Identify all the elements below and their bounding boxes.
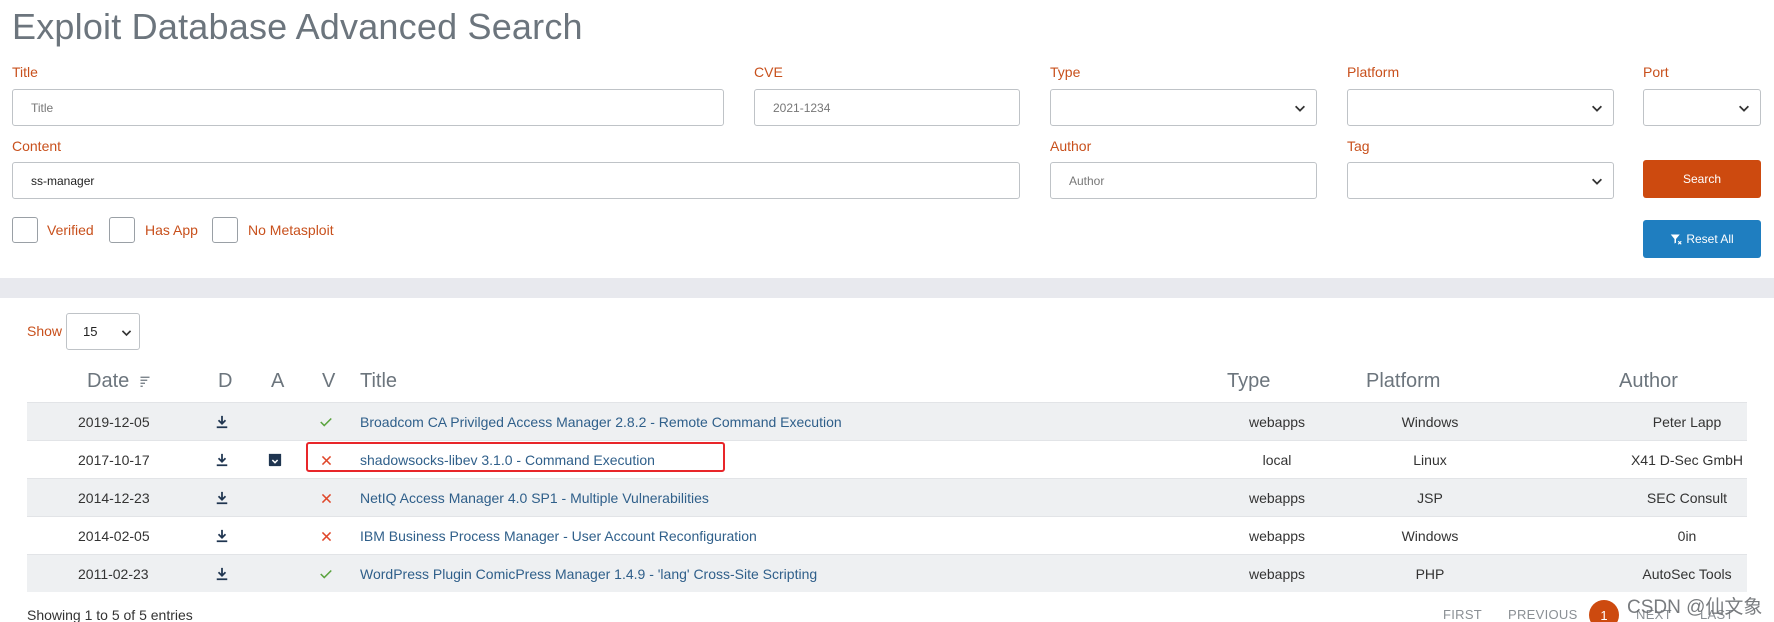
row-date: 2019-12-05 [78,414,150,430]
row-title-link[interactable]: Broadcom CA Privilged Access Manager 2.8… [360,403,842,441]
row-date: 2011-02-23 [78,566,149,582]
type-label: Type [1050,64,1081,80]
has-app-label: Has App [145,222,198,238]
results-table: 2019-12-05 Broadcom CA Privilged Access M… [27,402,1747,592]
row-platform[interactable]: PHP [1320,555,1540,593]
reset-all-button[interactable]: Reset All [1643,220,1761,258]
content-input[interactable]: ss-manager [12,162,1020,199]
column-header-type[interactable]: Type [1227,370,1270,393]
row-author[interactable]: Peter Lapp [1537,403,1774,441]
row-platform[interactable]: Windows [1320,517,1540,555]
has-app-checkbox[interactable] [109,217,135,243]
port-label: Port [1643,64,1669,80]
row-date: 2017-10-17 [78,452,150,468]
application-download-icon[interactable] [264,441,286,479]
download-icon[interactable] [211,555,233,593]
download-icon[interactable] [211,441,233,479]
download-icon[interactable] [211,517,233,555]
reset-all-label: Reset All [1686,232,1734,246]
row-platform[interactable]: JSP [1320,479,1540,517]
search-button-label: Search [1682,172,1722,186]
row-date: 2014-12-23 [78,490,150,506]
column-header-a[interactable]: A [271,370,284,393]
row-title-link[interactable]: WordPress Plugin ComicPress Manager 1.4.… [360,555,817,593]
pagination-first[interactable]: FIRST [1443,607,1482,622]
no-metasploit-label: No Metasploit [248,222,334,238]
column-header-d[interactable]: D [218,370,232,393]
table-info: Showing 1 to 5 of 5 entries [27,607,193,622]
table-row: 2014-12-23 NetIQ Access Manager 4.0 SP1 -… [27,478,1747,516]
sort-icon [140,376,150,387]
download-icon[interactable] [211,479,233,517]
chevron-down-icon [1592,178,1602,185]
verified-check-icon [315,403,337,441]
column-header-author[interactable]: Author [1619,370,1678,393]
platform-label: Platform [1347,64,1400,80]
chevron-down-icon [121,330,132,337]
search-button[interactable]: Search [1643,160,1761,198]
content-label: Content [12,138,62,154]
show-entries-select[interactable]: 15 [66,313,140,350]
table-row: 2019-12-05 Broadcom CA Privilged Access M… [27,402,1747,440]
column-header-date[interactable]: Date [87,370,151,393]
column-header-date-label: Date [87,370,130,392]
download-icon[interactable] [211,403,233,441]
table-row: 2011-02-23 WordPress Plugin ComicPress Ma… [27,554,1747,592]
row-platform[interactable]: Linux [1320,441,1540,479]
row-date: 2014-02-05 [78,528,150,544]
column-header-title[interactable]: Title [360,370,397,393]
show-entries-value: 15 [83,324,98,339]
highlight-box [306,442,725,472]
title-label: Title [12,64,38,80]
cve-label: CVE [754,64,783,80]
column-header-v[interactable]: V [322,370,335,393]
row-author[interactable]: 0in [1537,517,1774,555]
table-row: 2017-10-17 shadowsocks-libev 3.1.0 - Comm… [27,440,1747,478]
type-select[interactable] [1050,89,1317,126]
column-header-platform[interactable]: Platform [1366,370,1440,393]
chevron-down-icon [1592,105,1602,112]
watermark: CSDN @仙文象 [1627,597,1763,618]
no-metasploit-checkbox[interactable] [212,217,238,243]
verified-check-icon [315,555,337,593]
verified-checkbox[interactable] [12,217,38,243]
row-title-link[interactable]: NetIQ Access Manager 4.0 SP1 - Multiple … [360,479,709,517]
table-row: 2014-02-05 IBM Business Process Manager -… [27,516,1747,554]
author-input[interactable]: Author [1050,162,1317,199]
cve-input[interactable]: 2021-1234 [754,89,1020,126]
section-divider [0,278,1774,298]
tag-label: Tag [1347,138,1370,154]
show-label: Show [27,323,63,339]
page-title: Exploit Database Advanced Search [12,6,583,47]
pagination-previous[interactable]: PREVIOUS [1508,607,1578,622]
row-author[interactable]: X41 D-Sec GmbH [1537,441,1774,479]
filter-reset-icon [1671,234,1682,245]
row-platform[interactable]: Windows [1320,403,1540,441]
pagination-current-page[interactable]: 1 [1589,600,1619,622]
chevron-down-icon [1739,105,1749,112]
chevron-down-icon [1295,105,1305,112]
row-author[interactable]: AutoSec Tools [1537,555,1774,593]
platform-select[interactable] [1347,89,1614,126]
row-author[interactable]: SEC Consult [1537,479,1774,517]
tag-select[interactable] [1347,162,1614,199]
verified-label: Verified [47,222,94,238]
not-verified-x-icon [315,517,337,555]
not-verified-x-icon [315,479,337,517]
row-title-link[interactable]: IBM Business Process Manager - User Acco… [360,517,757,555]
author-label: Author [1050,138,1092,154]
title-input[interactable]: Title [12,89,724,126]
port-select[interactable] [1643,89,1761,126]
